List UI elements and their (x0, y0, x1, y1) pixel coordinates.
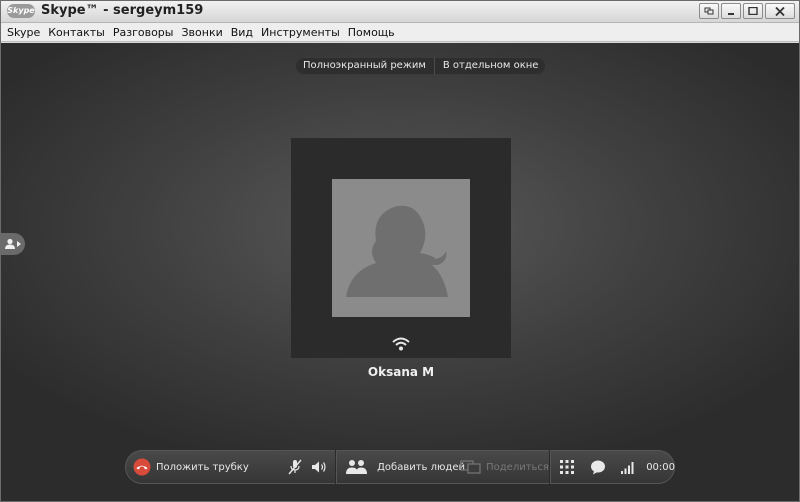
menu-view[interactable]: Вид (231, 23, 253, 42)
contacts-panel-toggle[interactable] (1, 233, 25, 255)
hangup-group: Положить трубку (125, 450, 281, 484)
skype-logo: Skype (7, 4, 35, 18)
people-icon (346, 460, 368, 474)
speaker-icon (312, 461, 326, 473)
minimize-icon (728, 13, 734, 15)
person-arrow-icon (5, 238, 21, 249)
call-timer: 00:00 (646, 461, 676, 473)
share-group: Поделиться (454, 450, 549, 484)
chat-bubble-icon (590, 460, 605, 474)
add-people-group: Добавить людей (336, 450, 465, 484)
maximize-button[interactable] (743, 3, 763, 19)
menu-conversations[interactable]: Разговоры (113, 23, 174, 42)
menu-tools[interactable]: Инструменты (261, 23, 340, 42)
window-controls (699, 3, 795, 19)
dialpad-button[interactable] (550, 460, 585, 474)
call-toolbar: Положить трубку Добавить людей Поделитьс… (125, 450, 675, 484)
restore-icon (704, 7, 714, 15)
title-bar: Skype Skype™ - sergeym159 (1, 1, 799, 23)
restore-button[interactable] (699, 3, 719, 19)
add-people-label[interactable]: Добавить людей (377, 462, 465, 473)
menu-skype[interactable]: Skype (7, 23, 40, 42)
skype-window: Skype Skype™ - sergeym159 Skype Контакты… (0, 0, 800, 502)
share-screen-button[interactable] (460, 460, 482, 474)
person-silhouette-icon (346, 205, 448, 297)
dialpad-icon (560, 460, 575, 474)
fullscreen-button[interactable]: Полноэкранный режим (295, 57, 434, 75)
menu-help[interactable]: Помощь (348, 23, 395, 42)
microphone-button[interactable] (284, 459, 307, 475)
view-mode-toggle: Полноэкранный режим В отдельном окне (295, 57, 547, 75)
share-screen-icon (460, 460, 481, 474)
signal-bars-icon (620, 462, 634, 474)
close-button[interactable] (765, 3, 795, 19)
contact-avatar (332, 179, 470, 317)
menu-calls[interactable]: Звонки (181, 23, 222, 42)
connection-signal-icon (392, 337, 410, 351)
contact-name: Oksana M (367, 365, 435, 379)
video-panel (291, 138, 511, 358)
call-quality-button[interactable] (611, 460, 644, 474)
microphone-muted-icon (288, 459, 302, 475)
menu-contacts[interactable]: Контакты (48, 23, 105, 42)
maximize-icon (748, 7, 758, 15)
window-title: Skype™ - sergeym159 (41, 3, 204, 18)
close-icon (775, 6, 785, 16)
call-area: Полноэкранный режим В отдельном окне Oks… (1, 43, 799, 501)
hangup-button[interactable] (133, 458, 151, 476)
menu-bar: Skype Контакты Разговоры Звонки Вид Инст… (1, 23, 799, 42)
separate-window-button[interactable]: В отдельном окне (435, 57, 547, 75)
chat-button[interactable] (585, 460, 611, 475)
share-label[interactable]: Поделиться (486, 462, 549, 473)
hangup-icon (133, 458, 151, 476)
speaker-button[interactable] (307, 460, 331, 474)
hangup-label[interactable]: Положить трубку (156, 462, 249, 473)
add-people-button[interactable] (346, 459, 368, 475)
minimize-button[interactable] (721, 3, 741, 19)
